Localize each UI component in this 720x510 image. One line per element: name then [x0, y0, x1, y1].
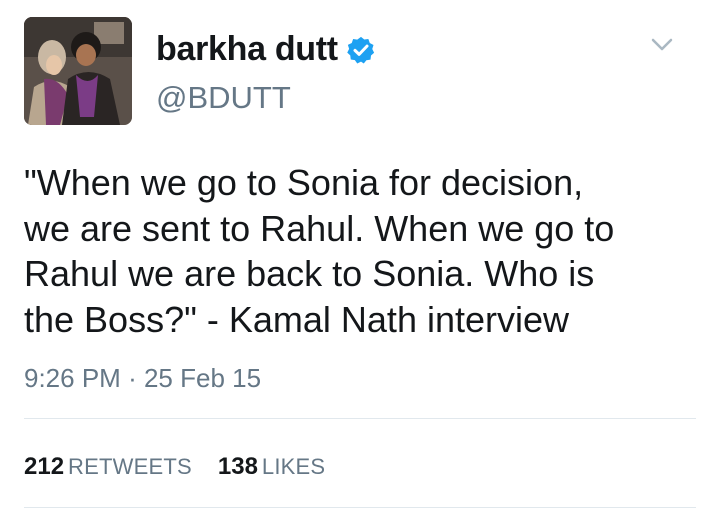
chevron-down-icon[interactable] [651, 38, 673, 52]
likes-stat[interactable]: 138 LIKES [218, 453, 325, 481]
avatar[interactable] [24, 17, 132, 125]
likes-count: 138 [217, 453, 258, 480]
retweets-stat[interactable]: 212 RETWEETS [24, 453, 192, 481]
avatar-photo [24, 17, 132, 125]
likes-label: LIKES [261, 454, 326, 479]
display-name[interactable]: barkha dutt [156, 30, 376, 69]
tweet-card: barkha dutt @BDUTT "When we go to Sonia … [0, 0, 720, 510]
retweets-label: RETWEETS [68, 454, 192, 479]
display-name-text: barkha dutt [156, 30, 338, 68]
verified-badge-icon [347, 36, 374, 63]
tweet-text: "When we go to Sonia for decision, we ar… [24, 162, 615, 340]
timestamp-separator: · [128, 363, 137, 393]
tweet-stats: 212 RETWEETS 138 LIKES [24, 453, 325, 481]
tweet-time: 9:26 PM [24, 363, 121, 393]
user-handle[interactable]: @BDUTT [156, 80, 291, 116]
tweet-timestamp[interactable]: 9:26 PM · 25 Feb 15 [24, 363, 261, 394]
divider [24, 418, 696, 419]
divider [24, 507, 696, 508]
tweet-date: 25 Feb 15 [143, 363, 262, 393]
retweets-count: 212 [24, 453, 65, 480]
